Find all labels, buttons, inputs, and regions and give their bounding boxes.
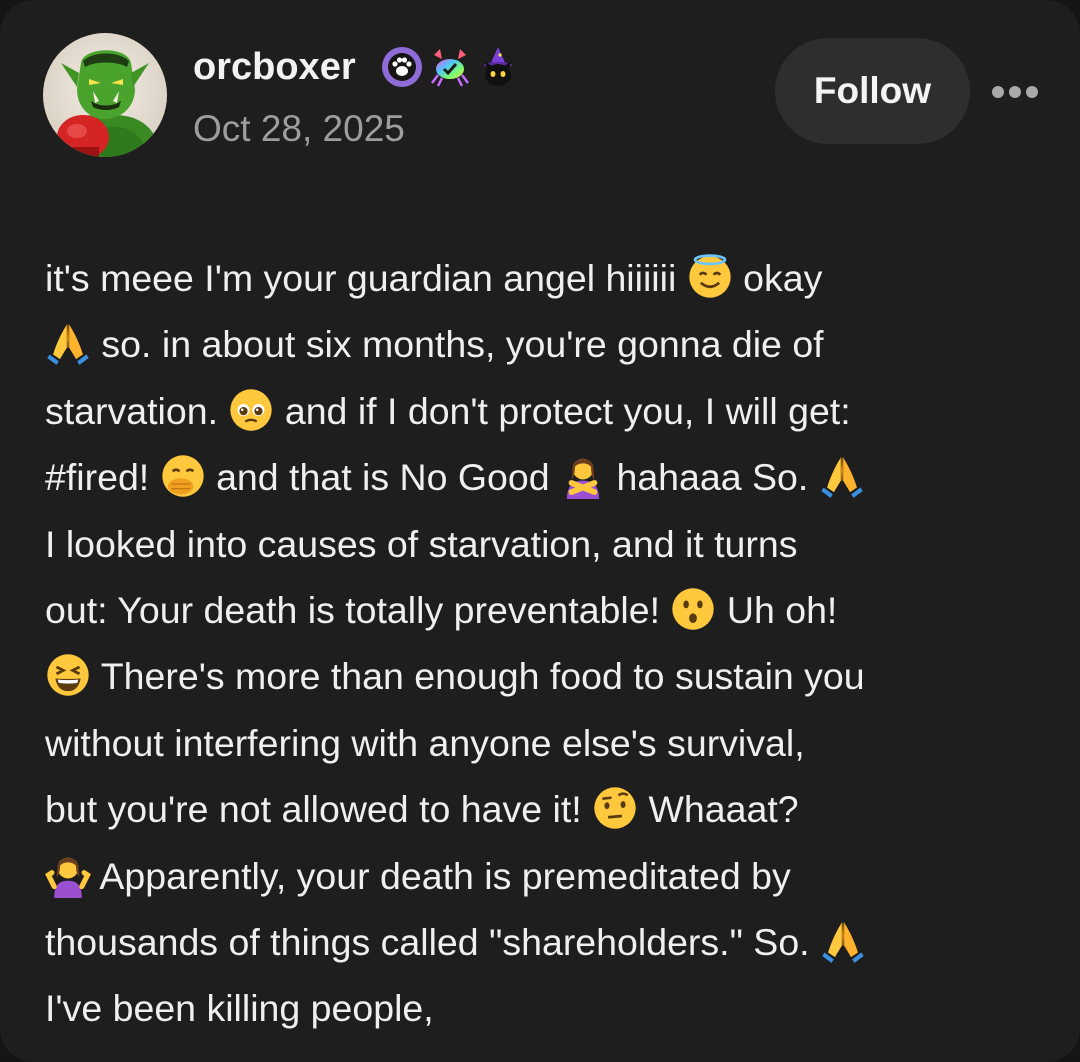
post-text: it's meee I'm your guardian angel hiiiii…: [45, 257, 687, 299]
post-text: I looked into causes of starvation, and …: [45, 522, 798, 565]
post-text-line: I looked into causes of starvation, and …: [45, 511, 1045, 577]
post-text: without interfering with anyone else's s…: [45, 721, 805, 764]
username[interactable]: orcboxer: [193, 44, 356, 90]
post-text-line: #fired! and that is No Good hahaaa So.: [45, 444, 1045, 510]
post-text: so. in about six months, you're gonna di…: [91, 323, 824, 366]
post-text-line: but you're not allowed to have it! Whaaa…: [45, 776, 1045, 842]
post-text: starvation.: [45, 389, 229, 432]
post-text: I've been killing people,: [45, 987, 434, 1030]
wizard-cat-badge-icon[interactable]: [476, 45, 520, 89]
post-text: and that is No Good: [205, 456, 561, 499]
post-text-line: so. in about six months, you're gonna di…: [45, 311, 1045, 377]
post-text: out: Your death is totally preventable!: [45, 589, 671, 632]
post-text-line: There's more than enough food to sustain…: [45, 643, 1045, 709]
raised-eyebrow-emoji-icon: [592, 785, 638, 831]
post-text-line: starvation. and if I don't protect you, …: [45, 378, 1045, 444]
no-gesture-emoji-icon: [560, 453, 606, 500]
post-text: Uh oh!: [716, 589, 838, 632]
post-text: #fired!: [45, 456, 160, 499]
user-badges: [380, 45, 520, 89]
crab-badge-icon[interactable]: [428, 45, 472, 89]
paw-badge-icon[interactable]: [380, 45, 424, 89]
hushed-emoji-icon: [670, 586, 716, 632]
post-text: okay: [732, 257, 823, 299]
post-text: and if I don't protect you, I will get:: [274, 389, 851, 432]
post-date: Oct 28, 2025: [193, 108, 405, 149]
hand-over-mouth-emoji-icon: [160, 453, 206, 499]
post-text: Apparently, your death is premeditated b…: [91, 854, 791, 897]
post-text: thousands of things called "shareholders…: [45, 921, 821, 964]
shrug-emoji-icon: [45, 852, 91, 898]
post-text-line: it's meee I'm your guardian angel hiiiii…: [45, 245, 1045, 311]
post-text-line: Apparently, your death is premeditated b…: [45, 843, 1045, 909]
squint-laugh-emoji-icon: [45, 652, 91, 698]
post-text-line: I've been killing people,: [45, 975, 1045, 1041]
follow-button[interactable]: Follow: [775, 38, 970, 144]
post-text: Whaaat?: [638, 788, 799, 831]
avatar[interactable]: [43, 33, 167, 157]
post-text: hahaaa So.: [606, 456, 819, 499]
halo-emoji-icon: [687, 254, 733, 300]
post-text-line: out: Your death is totally preventable! …: [45, 577, 1045, 643]
pray-emoji-icon: [820, 918, 866, 964]
post-text: but you're not allowed to have it!: [45, 788, 593, 831]
post-body: it's meee I'm your guardian angel hiiiii…: [45, 245, 1045, 1042]
ellipsis-icon[interactable]: [986, 80, 1044, 104]
post-text-line: thousands of things called "shareholders…: [45, 909, 1045, 975]
pray-emoji-icon: [45, 320, 91, 366]
post-text-line: without interfering with anyone else's s…: [45, 710, 1045, 776]
pray-emoji-icon: [819, 453, 865, 499]
post-card: orcboxer Oct 28, 2025 Follow it's meee I…: [0, 0, 1080, 1062]
post-text: There's more than enough food to sustain…: [91, 655, 865, 698]
pleading-emoji-icon: [228, 387, 274, 433]
orc-boxer-avatar-icon: [43, 33, 167, 157]
